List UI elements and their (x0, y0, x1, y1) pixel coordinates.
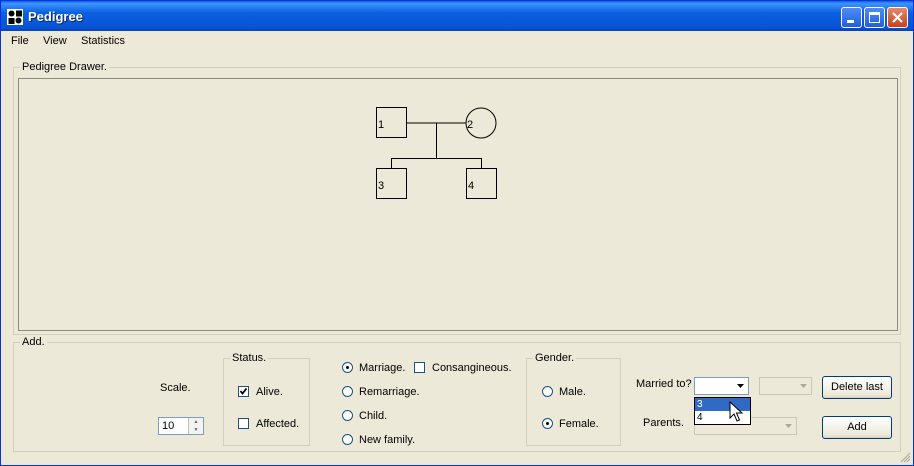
maximize-icon (869, 12, 880, 23)
spin-down-icon[interactable]: ▼ (189, 426, 203, 434)
secondary-dropdown (759, 377, 812, 395)
menu-bar: File View Statistics (1, 31, 913, 51)
married-to-arrow[interactable] (733, 378, 748, 394)
child-radio[interactable] (342, 410, 353, 421)
parents-label: Parents. (643, 417, 684, 429)
title-bar[interactable]: Pedigree (1, 1, 913, 31)
pedigree-diagram: 1 2 3 4 (376, 107, 497, 199)
node-1-label: 1 (378, 119, 384, 131)
alive-checkbox[interactable] (238, 386, 249, 397)
close-button[interactable] (887, 7, 908, 28)
scale-value[interactable]: 10 (162, 420, 174, 432)
close-icon (892, 12, 903, 23)
married-to-dropdown[interactable] (694, 377, 749, 395)
scale-stepper[interactable]: 10 ▲ ▼ (158, 417, 204, 435)
male-radio[interactable] (542, 386, 553, 397)
scale-label: Scale. (160, 382, 191, 394)
add-button[interactable]: Add (822, 416, 892, 439)
chevron-down-icon (800, 384, 807, 388)
add-legend: Add. (20, 336, 47, 348)
new-family-radio[interactable] (342, 434, 353, 445)
add-group: Add. (13, 336, 901, 452)
node-4-label: 4 (468, 180, 474, 192)
alive-label[interactable]: Alive. (256, 386, 283, 398)
menu-view[interactable]: View (43, 35, 67, 47)
resize-grip-icon[interactable] (899, 451, 911, 463)
parents-arrow (781, 418, 796, 434)
pedigree-drawer-legend: Pedigree Drawer. (20, 61, 109, 73)
remarriage-label[interactable]: Remarriage. (359, 386, 420, 398)
affected-label[interactable]: Affected. (256, 418, 299, 430)
consanguineous-checkbox[interactable] (414, 362, 425, 373)
spin-up-icon[interactable]: ▲ (189, 418, 203, 426)
child-label[interactable]: Child. (359, 410, 387, 422)
minimize-icon (847, 20, 854, 23)
maximize-button[interactable] (864, 7, 885, 28)
marriage-radio[interactable] (342, 362, 353, 373)
secondary-dropdown-arrow (796, 378, 811, 394)
menu-file[interactable]: File (11, 35, 29, 47)
marriage-label[interactable]: Marriage. (359, 362, 405, 374)
male-label[interactable]: Male. (559, 386, 586, 398)
status-group: Status. (223, 352, 310, 446)
female-radio[interactable] (542, 418, 553, 429)
check-icon (239, 387, 248, 395)
node-2-label: 2 (467, 119, 473, 131)
remarriage-radio[interactable] (342, 386, 353, 397)
chevron-down-icon (785, 424, 792, 428)
delete-last-button[interactable]: Delete last (822, 376, 892, 399)
chevron-down-icon (737, 384, 744, 388)
new-family-label[interactable]: New family. (359, 434, 415, 446)
application-window: Pedigree File View Statistics Pedigree D… (0, 0, 914, 466)
node-3-label: 3 (378, 180, 384, 192)
gender-legend: Gender. (533, 352, 577, 364)
window-title: Pedigree (28, 9, 83, 24)
consanguineous-label[interactable]: Consangineous. (432, 362, 512, 374)
pedigree-canvas[interactable]: 1 2 3 4 (18, 78, 898, 331)
mouse-cursor-icon (729, 401, 743, 422)
female-label[interactable]: Female. (559, 418, 599, 430)
status-legend: Status. (230, 352, 269, 364)
affected-checkbox[interactable] (238, 418, 249, 429)
minimize-button[interactable] (841, 7, 862, 28)
menu-statistics[interactable]: Statistics (81, 35, 125, 47)
pedigree-app-icon (7, 9, 23, 25)
gender-group: Gender. (526, 352, 621, 446)
scale-stepper-buttons: ▲ ▼ (188, 418, 203, 434)
married-to-label: Married to? (636, 378, 692, 390)
